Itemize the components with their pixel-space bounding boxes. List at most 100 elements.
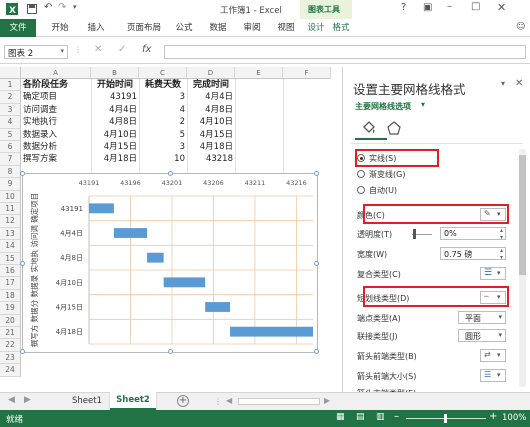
- undo-icon[interactable]: ↶: [44, 2, 52, 13]
- page-break-view-icon[interactable]: ▥: [376, 412, 385, 422]
- task-cell[interactable]: 确定项目: [21, 91, 91, 103]
- zoom-slider-thumb[interactable]: [444, 414, 447, 423]
- begin-arrow-size-dropdown[interactable]: ☰ ▾: [480, 369, 506, 382]
- end-date-cell[interactable]: 4月15日: [187, 129, 235, 141]
- insert-function-icon[interactable]: fx: [142, 44, 151, 55]
- gantt-bar[interactable]: [89, 203, 114, 214]
- gridline-options-label[interactable]: 主要网格线选项: [355, 101, 411, 112]
- radio-button[interactable]: [357, 170, 365, 178]
- name-box[interactable]: 图表 2 ▾: [4, 45, 68, 59]
- resize-handle[interactable]: [20, 349, 25, 354]
- row-header[interactable]: 18: [0, 289, 21, 303]
- tab-home[interactable]: 开始: [44, 19, 76, 37]
- gantt-chart[interactable]: 43191 43196 43201 43206 43211 43216 43191 4月4日 4…: [20, 171, 319, 354]
- begin-arrow-type-dropdown[interactable]: ⇄ ▾: [480, 349, 506, 362]
- page-layout-view-icon[interactable]: ▤: [356, 412, 365, 422]
- y-category-label[interactable]: 4月4日: [60, 230, 83, 238]
- row-header[interactable]: 20: [0, 314, 21, 327]
- row-header[interactable]: 23: [0, 351, 21, 365]
- select-all-corner[interactable]: [0, 67, 21, 79]
- resize-handle[interactable]: [20, 261, 25, 266]
- row-header[interactable]: 19: [0, 302, 21, 315]
- pane-close-icon[interactable]: ✕: [515, 78, 523, 89]
- sheet-tab-sheet2[interactable]: Sheet2: [110, 392, 156, 410]
- maximize-icon[interactable]: □: [471, 1, 480, 12]
- resize-handle[interactable]: [314, 171, 319, 176]
- customize-qat-icon[interactable]: ▾: [73, 3, 77, 11]
- start-date-cell[interactable]: 43191: [91, 91, 139, 103]
- pane-scrollbar[interactable]: [519, 149, 526, 387]
- task-cell[interactable]: 数据分析: [21, 141, 91, 153]
- row-header[interactable]: 9: [0, 178, 21, 191]
- zoom-in-icon[interactable]: +: [489, 411, 497, 422]
- start-date-cell[interactable]: 4月10日: [91, 129, 139, 141]
- new-sheet-button[interactable]: +: [177, 395, 189, 407]
- duration-cell[interactable]: 3: [139, 141, 187, 153]
- minimize-icon[interactable]: –: [447, 1, 452, 12]
- end-date-cell[interactable]: 4月18日: [187, 141, 235, 153]
- row-header[interactable]: 5: [0, 128, 21, 141]
- x-tick-label[interactable]: 43191: [79, 179, 100, 187]
- zoom-level[interactable]: 100%: [502, 413, 526, 423]
- gantt-bar[interactable]: [230, 326, 313, 337]
- end-date-cell[interactable]: 43218: [187, 153, 235, 165]
- scrollbar-thumb[interactable]: [519, 155, 526, 275]
- start-date-cell[interactable]: 4月18日: [91, 153, 139, 165]
- x-tick-label[interactable]: 43196: [120, 179, 141, 187]
- duration-cell[interactable]: 10: [139, 153, 187, 165]
- account-icon[interactable]: ☺: [516, 22, 525, 32]
- radio-button[interactable]: [357, 186, 365, 194]
- tab-review[interactable]: 审阅: [236, 19, 268, 37]
- scroll-right-icon[interactable]: ▶: [324, 396, 330, 405]
- duration-cell[interactable]: 5: [139, 129, 187, 141]
- tab-data[interactable]: 数据: [202, 19, 234, 37]
- end-date-cell[interactable]: 4月10日: [187, 116, 235, 128]
- row-header[interactable]: 7: [0, 153, 21, 166]
- table-header[interactable]: 耗费天数: [139, 79, 187, 91]
- task-cell[interactable]: 实地执行: [21, 116, 91, 128]
- column-header[interactable]: D: [187, 67, 235, 79]
- y-category-label[interactable]: 4月10日: [56, 279, 83, 287]
- horizontal-scrollbar[interactable]: [238, 398, 320, 405]
- close-icon[interactable]: ✕: [497, 1, 506, 14]
- slider-thumb[interactable]: [413, 229, 416, 239]
- column-header[interactable]: F: [283, 67, 331, 79]
- tab-insert[interactable]: 插入: [80, 19, 112, 37]
- ribbon-display-icon[interactable]: ▣: [423, 2, 432, 13]
- column-header[interactable]: E: [235, 67, 283, 79]
- y-axis-title[interactable]: 撰写方 数据分 数据录 实地执 访问调 确定项目: [29, 193, 39, 347]
- save-icon[interactable]: [27, 4, 37, 14]
- row-header[interactable]: 22: [0, 339, 21, 352]
- chevron-down-icon[interactable]: ▾: [421, 100, 425, 109]
- resize-handle[interactable]: [168, 349, 173, 354]
- end-date-cell[interactable]: 4月8日: [187, 104, 235, 116]
- spinner-icon[interactable]: ▴ ▾: [500, 227, 503, 241]
- start-date-cell[interactable]: 4月15日: [91, 141, 139, 153]
- task-cell[interactable]: 访问调查: [21, 104, 91, 116]
- tab-format[interactable]: 格式: [330, 19, 352, 37]
- compound-type-dropdown[interactable]: ☰ ▾: [480, 267, 506, 280]
- resize-handle[interactable]: [314, 349, 319, 354]
- chevron-down-icon[interactable]: ▾: [60, 47, 64, 55]
- tab-view[interactable]: 视图: [270, 19, 302, 37]
- y-category-label[interactable]: 4月15日: [56, 304, 83, 312]
- y-category-label[interactable]: 4月8日: [60, 254, 83, 262]
- row-header[interactable]: 15: [0, 252, 21, 265]
- row-header[interactable]: 13: [0, 227, 21, 241]
- tab-page-layout[interactable]: 页面布局: [118, 19, 170, 37]
- gantt-bar[interactable]: [163, 277, 206, 288]
- duration-cell[interactable]: 2: [139, 116, 187, 128]
- redo-icon[interactable]: ↷: [58, 2, 66, 13]
- tab-design[interactable]: 设计: [303, 19, 329, 37]
- duration-cell[interactable]: 4: [139, 104, 187, 116]
- x-tick-label[interactable]: 43201: [162, 179, 183, 187]
- help-icon[interactable]: ?: [401, 2, 406, 13]
- table-header[interactable]: 开始时间: [91, 79, 139, 91]
- resize-handle[interactable]: [168, 171, 173, 176]
- y-category-label[interactable]: 4月18日: [56, 328, 83, 336]
- paint-bucket-icon[interactable]: [361, 120, 377, 136]
- row-header[interactable]: 3: [0, 103, 21, 117]
- pane-options-icon[interactable]: ▾: [501, 79, 505, 88]
- gantt-bar[interactable]: [205, 302, 231, 312]
- row-header[interactable]: 10: [0, 190, 21, 203]
